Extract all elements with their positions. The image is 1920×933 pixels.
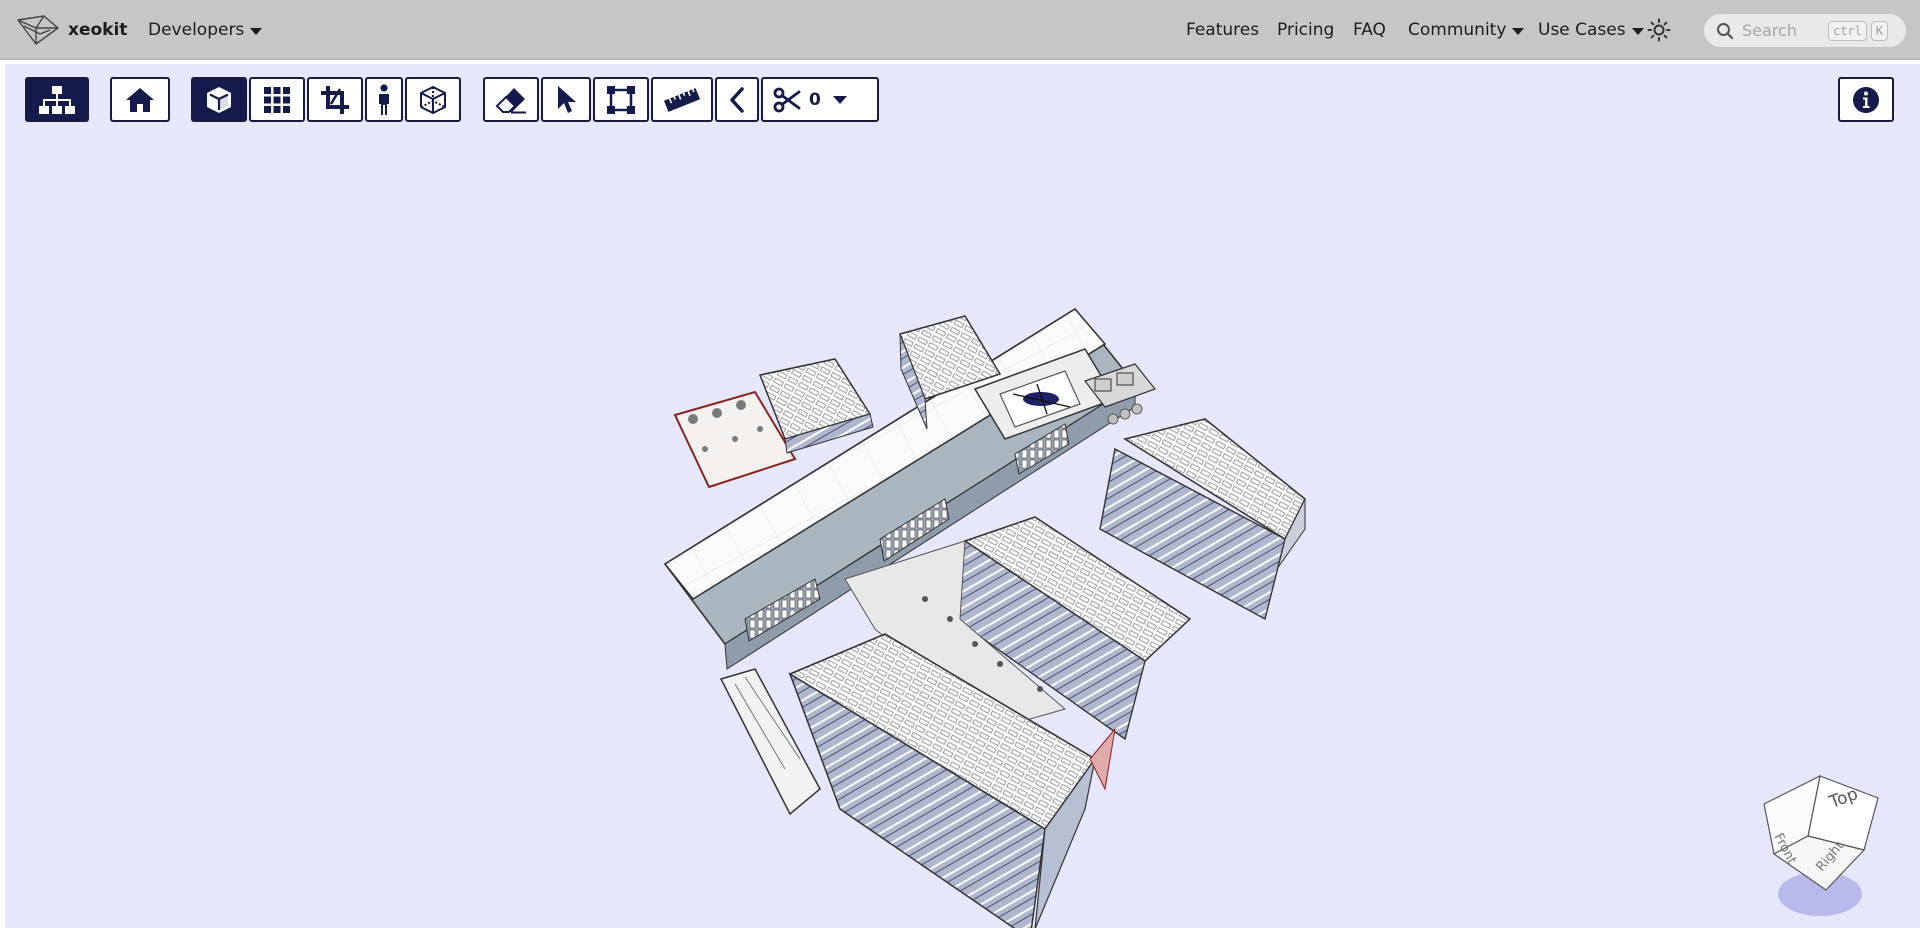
fit-view-button[interactable] — [307, 77, 363, 122]
pointer-icon — [558, 85, 576, 113]
shortcut-key-k: K — [1870, 20, 1889, 41]
nav-community-dropdown[interactable]: Community — [1408, 18, 1525, 42]
nav-pricing-link[interactable]: Pricing — [1277, 18, 1334, 42]
reset-view-button[interactable] — [110, 77, 170, 122]
info-button[interactable] — [1838, 77, 1894, 122]
navigation-cube[interactable]: Top Front Right — [1750, 764, 1890, 924]
first-person-button[interactable] — [365, 77, 403, 122]
3d-mode-button[interactable] — [191, 77, 247, 122]
hide-objects-button[interactable] — [483, 77, 539, 122]
nav-features-link[interactable]: Features — [1186, 18, 1259, 42]
nav-community-label: Community — [1408, 20, 1507, 40]
caret-down-icon — [250, 27, 263, 35]
chevron-left-icon — [730, 86, 744, 113]
nav-use-cases-label: Use Cases — [1538, 20, 1626, 40]
3d-cube-icon — [207, 86, 231, 113]
top-navbar: xeokit Developers Features Pricing FAQ C… — [0, 0, 1920, 60]
nav-developers-dropdown[interactable]: Developers — [148, 18, 263, 42]
nav-use-cases-dropdown[interactable]: Use Cases — [1538, 18, 1644, 42]
explorer-tree-button[interactable] — [25, 77, 89, 122]
person-icon — [379, 83, 389, 115]
brand[interactable]: xeokit — [16, 14, 127, 46]
select-objects-button[interactable] — [541, 77, 591, 122]
crop-icon — [321, 85, 349, 114]
ruler-icon — [663, 87, 701, 112]
section-planes-button[interactable]: 0 — [761, 77, 879, 122]
ortho-mode-button[interactable] — [249, 77, 305, 122]
sitemap-icon — [39, 85, 75, 114]
xeokit-logo-icon — [17, 15, 59, 45]
search-input[interactable] — [1742, 21, 1822, 40]
marquee-select-button[interactable] — [593, 77, 649, 122]
caret-down-icon — [1512, 27, 1525, 35]
search-box[interactable]: ctrl K — [1704, 14, 1906, 47]
nav-developers-label: Developers — [148, 20, 245, 40]
nav-faq-link[interactable]: FAQ — [1353, 18, 1386, 42]
measure-distance-button[interactable] — [651, 77, 713, 122]
caret-down-icon — [1631, 27, 1644, 35]
search-icon — [1717, 22, 1734, 39]
section-plane-count: 0 — [809, 89, 821, 110]
eraser-icon — [495, 87, 526, 113]
grid-icon — [264, 86, 290, 113]
scissors-icon — [773, 87, 801, 112]
building-3d-model[interactable] — [645, 289, 1325, 928]
info-icon — [1853, 86, 1879, 113]
caret-down-icon[interactable] — [831, 94, 849, 106]
xray-button[interactable] — [405, 77, 461, 122]
3d-viewer-canvas[interactable]: 0 Top Front Right — [5, 64, 1920, 928]
measure-angle-button[interactable] — [715, 77, 759, 122]
home-icon — [126, 87, 154, 112]
marquee-select-icon — [607, 85, 635, 114]
sun-theme-toggle-icon[interactable] — [1647, 18, 1671, 42]
brand-name: xeokit — [68, 20, 128, 40]
xray-cube-icon — [420, 85, 446, 114]
shortcut-key-ctrl: ctrl — [1828, 20, 1867, 41]
